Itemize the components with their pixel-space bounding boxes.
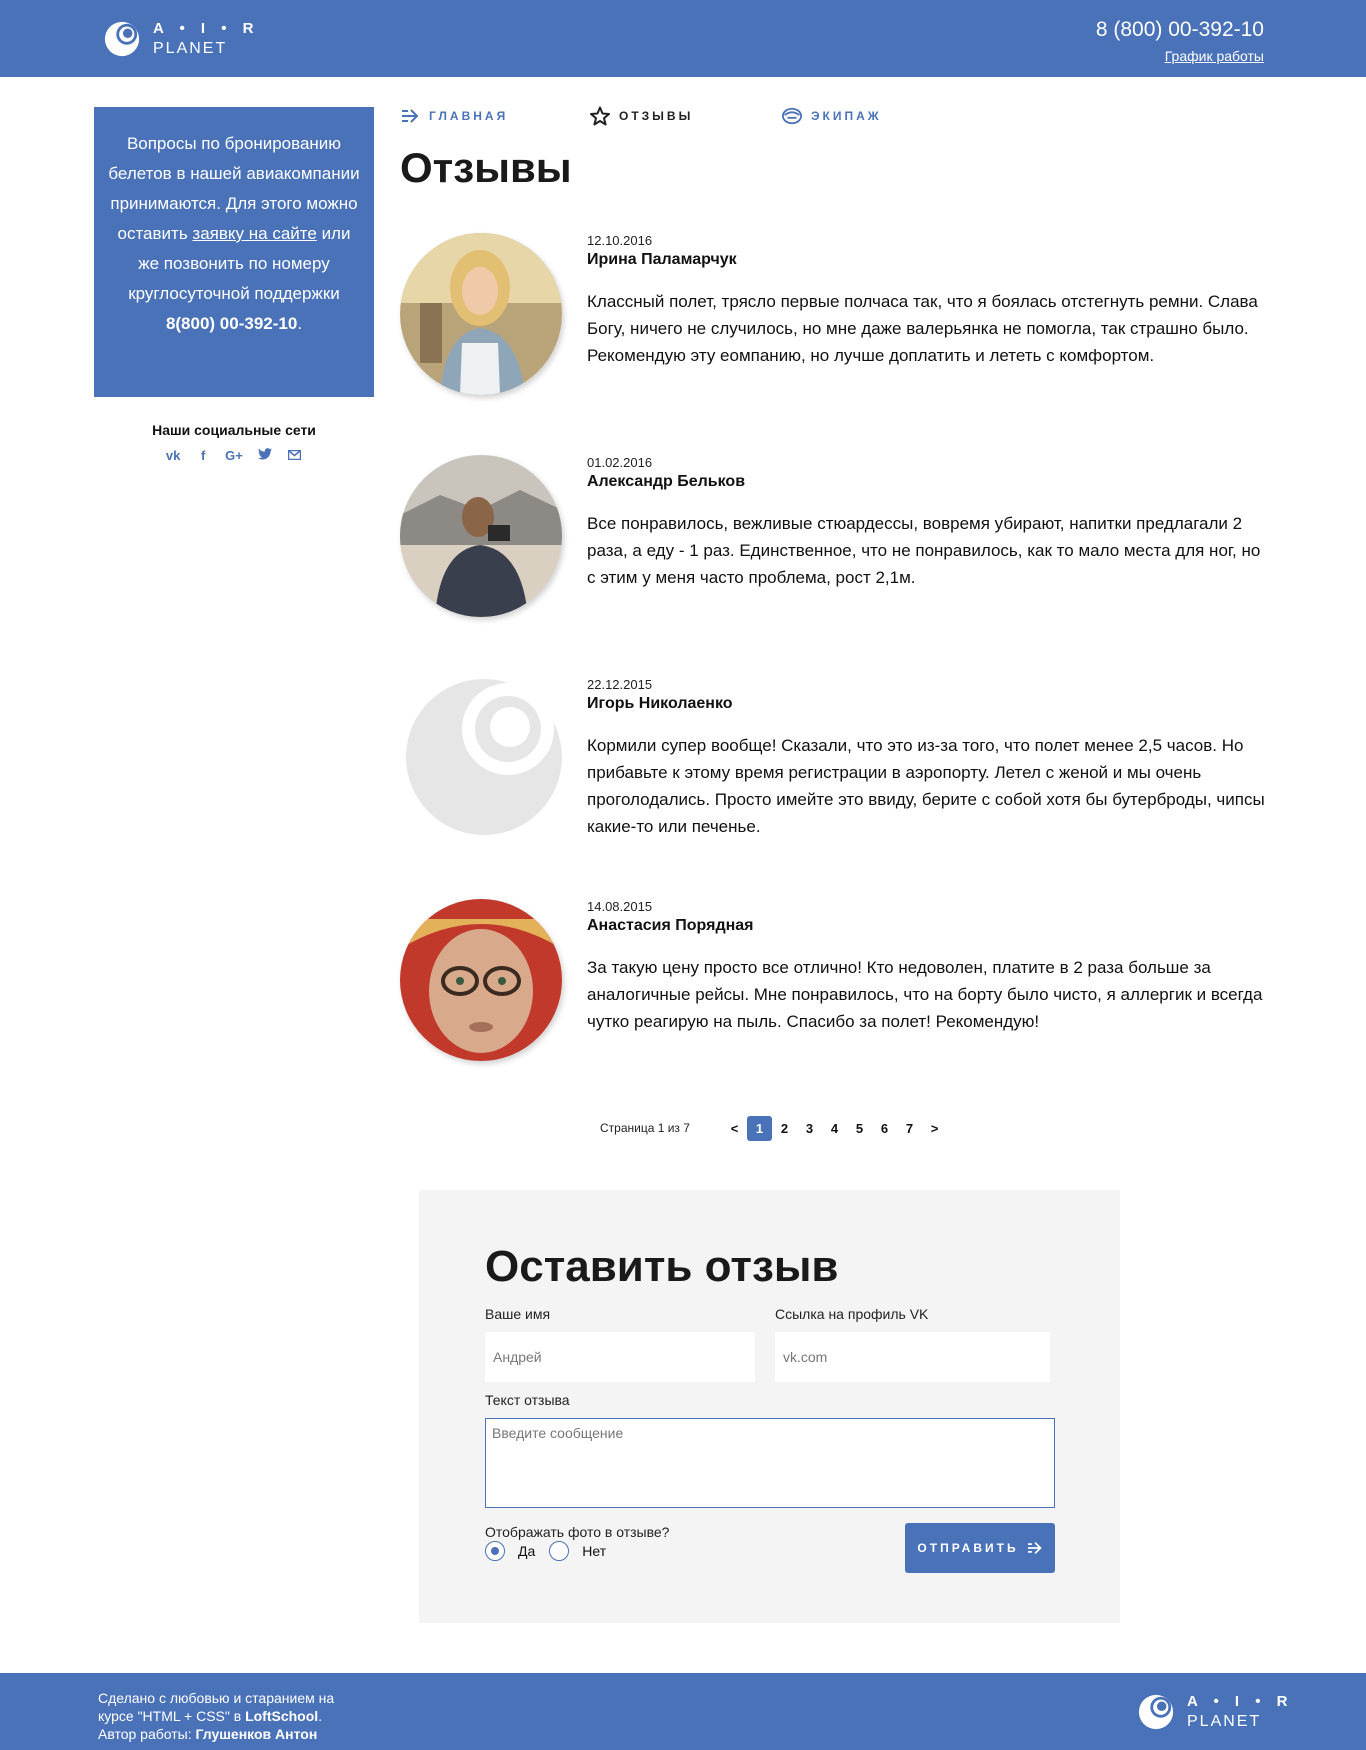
page: { "header": { "logo_air": "A • I • R", "… — [0, 0, 1366, 1750]
pagination-page-1[interactable]: 1 — [747, 1116, 772, 1141]
avatar — [400, 233, 562, 395]
review-date: 12.10.2016 — [587, 233, 653, 248]
review-photo-man — [400, 455, 562, 617]
header-phone: 8 (800) 00-392-10 — [1095, 18, 1264, 41]
header: A • I • R PLANET 8 (800) 00-392-10 Графи… — [0, 0, 1366, 77]
radio-yes-label: Да — [518, 1543, 536, 1559]
radio-no-label: Нет — [582, 1543, 607, 1559]
pagination-page-5[interactable]: 5 — [847, 1116, 872, 1141]
footer: Сделано с любовью и старанием на курсе "… — [0, 1673, 1366, 1750]
footer-credits: Сделано с любовью и старанием на курсе "… — [98, 1689, 334, 1743]
pagination-page-3[interactable]: 3 — [797, 1116, 822, 1141]
footer-line-3: Автор работы: — [98, 1726, 196, 1742]
arrow-right-icon — [402, 109, 419, 123]
review-text: Классный полет, трясло первые полчаса та… — [587, 292, 1258, 365]
pagination-page-6[interactable]: 6 — [872, 1116, 897, 1141]
review-text: Все понравилось, вежливые стюардессы, во… — [587, 514, 1261, 587]
review-photo-woman — [400, 233, 562, 395]
nav-crew[interactable]: ЭКИПАЖ — [782, 106, 882, 126]
review-date: 14.08.2015 — [587, 899, 653, 914]
schedule-link[interactable]: График работы — [1165, 48, 1264, 64]
logo-air-text: A • I • R — [1187, 1693, 1294, 1710]
review-text: Кормили супер вообще! Сказали, что это и… — [587, 736, 1265, 836]
info-phone: 8(800) 00-392-10 — [165, 314, 298, 333]
social-block: Наши социальные сети vk f G+ — [94, 422, 374, 463]
star-icon — [590, 106, 610, 126]
page-title: Отзывы — [400, 144, 572, 191]
review-photo-old-woman — [400, 899, 562, 1061]
submit-button[interactable]: ОТПРАВИТЬ — [905, 1523, 1055, 1573]
main-nav: ГЛАВНАЯ ОТЗЫВЫ ЭКИПАЖ — [400, 106, 882, 126]
avatar — [400, 455, 562, 617]
review-text: За такую цену просто все отлично! Кто не… — [587, 958, 1263, 1031]
footer-line-1: Сделано с любовью и старанием на — [98, 1690, 335, 1706]
pagination-page-2[interactable]: 2 — [772, 1116, 797, 1141]
review-date: 22.12.2015 — [587, 677, 653, 692]
vk-icon[interactable]: vk — [165, 448, 181, 463]
avatar — [400, 899, 562, 1061]
facebook-icon[interactable]: f — [195, 448, 211, 463]
footer-logo[interactable]: A • I • R PLANET — [1137, 1693, 1293, 1731]
photo-question: Отображать фото в отзыве? — [485, 1524, 670, 1540]
pagination-next[interactable]: > — [922, 1116, 947, 1141]
logo-air-text: A • I • R — [153, 20, 260, 37]
logo-planet-text: PLANET — [1187, 1713, 1262, 1730]
info-text-end: . — [297, 314, 303, 333]
google-plus-icon[interactable]: G+ — [225, 448, 243, 463]
text-label: Текст отзыва — [485, 1392, 570, 1408]
nav-reviews[interactable]: ОТЗЫВЫ — [590, 106, 782, 126]
submit-label: ОТПРАВИТЬ — [917, 1541, 1019, 1555]
footer-author: Глушенков Антон — [195, 1726, 318, 1742]
footer-line-2: курсе "HTML + CSS" в — [98, 1708, 246, 1724]
vk-input[interactable] — [775, 1332, 1050, 1382]
footer-school: LoftSchool — [245, 1708, 319, 1724]
review-textarea[interactable] — [485, 1418, 1055, 1508]
arrow-right-icon — [1027, 1541, 1042, 1555]
header-logo[interactable]: A • I • R PLANET — [103, 20, 259, 58]
review-author: Игорь Николаенко — [587, 695, 733, 712]
review-form: Оставить отзыв Ваше имя Ссылка на профил… — [419, 1190, 1120, 1623]
booking-info-box: Вопросы по бронированию белетов в нашей … — [94, 107, 374, 397]
social-title: Наши социальные сети — [152, 422, 316, 438]
logo-planet-text: PLANET — [153, 40, 228, 57]
nav-crew-label: ЭКИПАЖ — [811, 109, 882, 123]
planet-logo-icon — [104, 21, 140, 57]
name-label: Ваше имя — [485, 1306, 551, 1322]
placeholder-logo-icon — [400, 677, 562, 839]
nav-home-label: ГЛАВНАЯ — [429, 109, 509, 123]
mail-icon[interactable] — [287, 448, 303, 463]
review-date: 01.02.2016 — [587, 455, 653, 470]
crew-icon — [782, 107, 802, 125]
photo-radio-group: Да Нет — [485, 1541, 606, 1561]
vk-label: Ссылка на профиль VK — [775, 1306, 929, 1322]
request-link[interactable]: заявку на сайте — [192, 224, 316, 243]
avatar — [400, 677, 562, 839]
header-contacts: 8 (800) 00-392-10 График работы — [1096, 18, 1264, 66]
nav-home[interactable]: ГЛАВНАЯ — [400, 106, 590, 126]
footer-line-2-end: . — [318, 1708, 323, 1724]
pagination-prev[interactable]: < — [722, 1116, 747, 1141]
planet-logo-icon — [1138, 1694, 1174, 1730]
twitter-icon[interactable] — [257, 448, 273, 463]
review-author: Александр Бельков — [587, 473, 746, 490]
radio-yes[interactable] — [485, 1541, 505, 1561]
pagination-label: Страница 1 из 7 — [600, 1121, 690, 1135]
review-author: Анастасия Порядная — [587, 917, 754, 934]
review-author: Ирина Паламарчук — [587, 251, 737, 268]
radio-no[interactable] — [549, 1541, 570, 1561]
form-title: Оставить отзыв — [485, 1242, 839, 1291]
nav-reviews-label: ОТЗЫВЫ — [619, 109, 694, 123]
pagination-page-7[interactable]: 7 — [897, 1116, 922, 1141]
pagination-page-4[interactable]: 4 — [822, 1116, 847, 1141]
name-input[interactable] — [485, 1332, 755, 1382]
